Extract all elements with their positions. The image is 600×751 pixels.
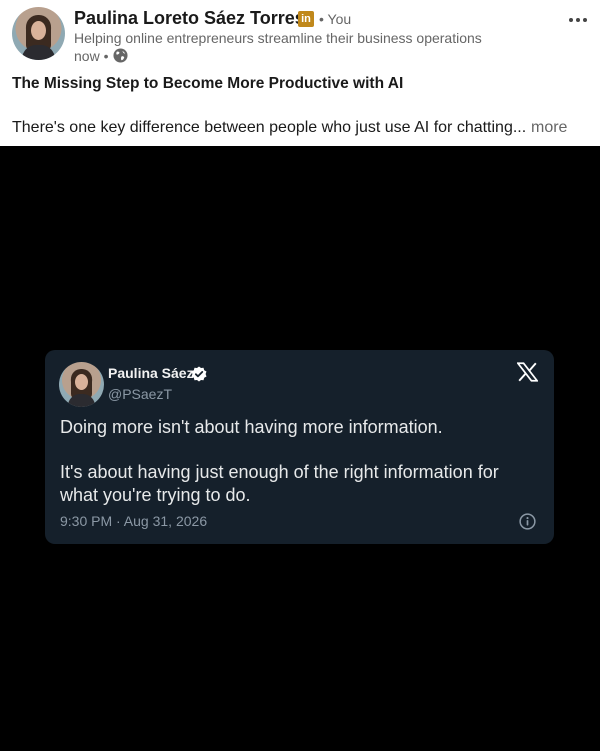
tweet-author-name: Paulina Sáez (108, 365, 194, 381)
tweet-timestamp: 9:30 PM · Aug 31, 2026 (60, 513, 208, 529)
x-logo-icon (517, 362, 538, 382)
tweet-handle: @PSaezT (108, 386, 173, 402)
tweet-text-paragraph-2: It's about having just enough of the rig… (60, 462, 499, 505)
post-header: Paulina Loreto Sáez Torres in • You Help… (0, 0, 600, 146)
tweet-text-line-1: Doing more isn't about having more infor… (60, 417, 443, 437)
verified-icon (191, 366, 207, 382)
post-title: The Missing Step to Become More Producti… (12, 75, 404, 92)
linkedin-premium-icon: in (298, 11, 314, 27)
see-more-link[interactable]: more (531, 119, 567, 137)
tweet-card: Paulina Sáez @PSaezT Doing more isn't ab… (45, 350, 554, 544)
info-icon (519, 513, 536, 530)
tweet-avatar (59, 362, 104, 407)
author-avatar[interactable] (12, 7, 65, 60)
post-image[interactable]: Paulina Sáez @PSaezT Doing more isn't ab… (0, 146, 600, 751)
author-headline: Helping online entrepreneurs streamline … (74, 30, 482, 46)
globe-icon (113, 48, 128, 63)
more-options-icon[interactable] (565, 10, 591, 30)
post-body-preview: There's one key difference between peopl… (12, 119, 527, 136)
post-time: now • (74, 48, 109, 64)
relation-label: • You (319, 11, 352, 27)
author-name[interactable]: Paulina Loreto Sáez Torres (74, 8, 305, 29)
